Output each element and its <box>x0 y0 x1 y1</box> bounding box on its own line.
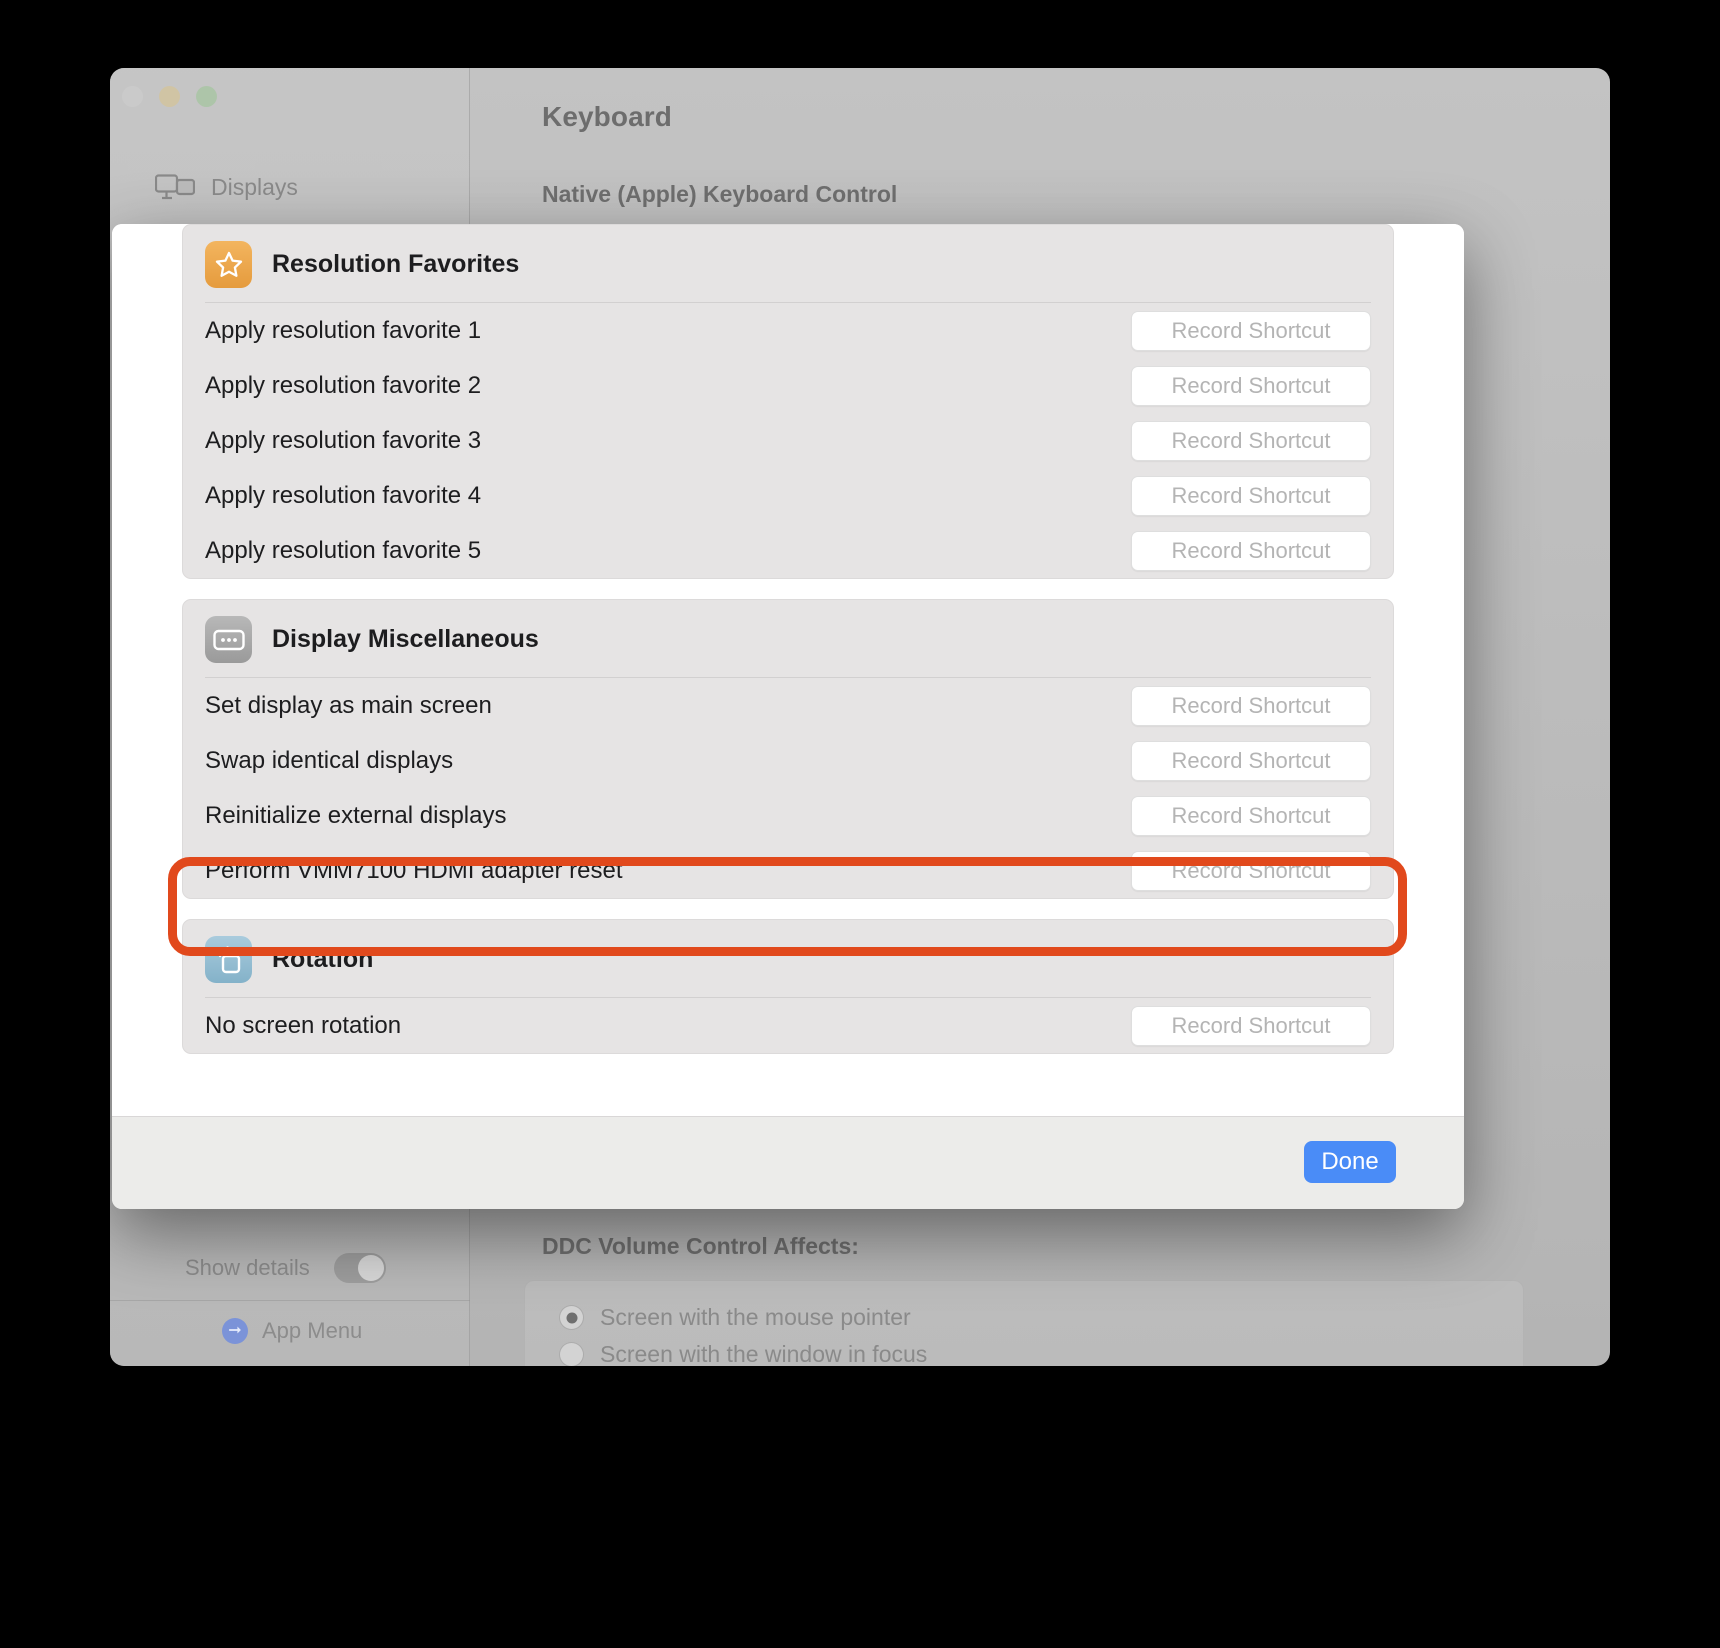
shortcuts-sheet: Resolution Favorites Apply resolution fav… <box>112 224 1464 1209</box>
star-icon <box>205 241 252 288</box>
radio-option-mouse-pointer[interactable]: Screen with the mouse pointer <box>559 1299 1489 1336</box>
shortcut-row: Apply resolution favorite 2 Record Shortc… <box>183 358 1393 413</box>
radio-option-window-focus[interactable]: Screen with the window in focus <box>559 1336 1489 1366</box>
shortcut-row-label: No screen rotation <box>205 1011 402 1039</box>
shortcut-row: Apply resolution favorite 3 Record Shortc… <box>183 413 1393 468</box>
record-shortcut-button[interactable]: Record Shortcut <box>1131 365 1371 406</box>
record-shortcut-button[interactable]: Record Shortcut <box>1131 850 1371 891</box>
shortcut-row: Set display as main screen Record Shortcu… <box>183 678 1393 733</box>
done-button[interactable]: Done <box>1304 1141 1396 1183</box>
shortcut-row-label: Reinitialize external displays <box>205 801 507 829</box>
shortcut-row: Reinitialize external displays Record Sho… <box>183 788 1393 843</box>
displays-icon <box>155 173 195 202</box>
shortcut-row: Swap identical displays Record Shortcut <box>183 733 1393 788</box>
record-shortcut-button[interactable]: Record Shortcut <box>1131 475 1371 516</box>
shortcut-row: Apply resolution favorite 4 Record Shortc… <box>183 468 1393 523</box>
shortcut-row-label: Apply resolution favorite 4 <box>205 481 482 509</box>
show-details-row: Show details <box>185 1253 386 1283</box>
sheet-footer: Done <box>112 1116 1464 1209</box>
radio-icon <box>559 1305 584 1330</box>
radio-label: Screen with the window in focus <box>600 1341 928 1366</box>
page-title: Keyboard <box>542 101 672 132</box>
screen: Displays Show details ➞ App Menu Keyboar… <box>0 0 1720 1648</box>
sidebar-item-label: Displays <box>211 174 298 200</box>
ddc-volume-title: DDC Volume Control Affects: <box>542 1233 859 1259</box>
shortcut-row-label: Apply resolution favorite 5 <box>205 536 482 564</box>
group-header: Rotation <box>183 920 1393 997</box>
ddc-radio-group: Screen with the mouse pointer Screen wit… <box>524 1280 1524 1366</box>
shortcut-row-label: Perform VMM7100 HDMI adapter reset <box>205 856 623 884</box>
shortcut-row: No screen rotation Record Shortcut <box>183 998 1393 1053</box>
record-shortcut-button[interactable]: Record Shortcut <box>1131 420 1371 461</box>
shortcut-row-label: Set display as main screen <box>205 691 492 719</box>
rotate-square-icon <box>205 936 252 983</box>
shortcut-group: Display Miscellaneous Set display as main… <box>182 599 1394 899</box>
shortcuts-scroll-area[interactable]: Resolution Favorites Apply resolution fav… <box>112 224 1464 1116</box>
shortcut-row-label: Apply resolution favorite 1 <box>205 316 482 344</box>
app-menu-label: App Menu <box>262 1318 363 1343</box>
record-shortcut-button[interactable]: Record Shortcut <box>1131 740 1371 781</box>
toggle-knob <box>357 1255 384 1281</box>
sidebar-divider <box>110 1300 470 1301</box>
record-shortcut-button[interactable]: Record Shortcut <box>1131 530 1371 571</box>
app-menu-button[interactable]: ➞ App Menu <box>222 1318 362 1344</box>
show-details-toggle[interactable] <box>333 1253 386 1283</box>
group-title: Resolution Favorites <box>272 250 520 278</box>
group-title: Display Miscellaneous <box>272 625 539 653</box>
ellipsis-box-icon <box>205 616 252 663</box>
section-subtitle: Native (Apple) Keyboard Control <box>542 181 898 207</box>
arrow-right-circle-icon: ➞ <box>222 1318 248 1344</box>
shortcut-row-label: Swap identical displays <box>205 746 454 774</box>
record-shortcut-button[interactable]: Record Shortcut <box>1131 1005 1371 1046</box>
group-header: Resolution Favorites <box>183 225 1393 302</box>
sidebar-item-displays[interactable]: Displays <box>155 173 298 202</box>
record-shortcut-button[interactable]: Record Shortcut <box>1131 795 1371 836</box>
shortcut-row: Perform VMM7100 HDMI adapter reset Record… <box>183 843 1393 898</box>
group-title: Rotation <box>272 945 374 973</box>
radio-icon <box>559 1342 584 1366</box>
shortcut-row: Apply resolution favorite 5 Record Shortc… <box>183 523 1393 578</box>
group-header: Display Miscellaneous <box>183 600 1393 677</box>
radio-label: Screen with the mouse pointer <box>600 1304 911 1330</box>
record-shortcut-button[interactable]: Record Shortcut <box>1131 310 1371 351</box>
shortcut-row-label: Apply resolution favorite 2 <box>205 371 482 399</box>
shortcut-group: Rotation No screen rotation Record Shortcu… <box>182 919 1394 1054</box>
shortcut-row: Apply resolution favorite 1 Record Shortc… <box>183 303 1393 358</box>
shortcut-group: Resolution Favorites Apply resolution fav… <box>182 224 1394 579</box>
show-details-label: Show details <box>185 1255 310 1280</box>
record-shortcut-button[interactable]: Record Shortcut <box>1131 685 1371 726</box>
shortcut-row-label: Apply resolution favorite 3 <box>205 426 482 454</box>
